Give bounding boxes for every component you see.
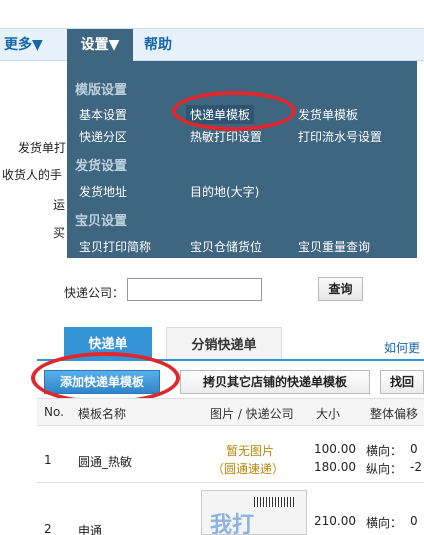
howto-link[interactable]: 如何更	[384, 339, 420, 356]
menu-express-zone[interactable]: 快递分区	[79, 128, 127, 145]
barcode-graphic	[254, 497, 294, 507]
query-button[interactable]: 查询	[318, 277, 363, 301]
row1-height: 180.00	[314, 460, 356, 474]
menu-destination-large[interactable]: 目的地(大字)	[190, 183, 259, 200]
row1-company: （圆通速递）	[212, 462, 285, 476]
row1-offset-v: -2	[410, 460, 422, 474]
row1-name[interactable]: 圆通_热敏	[78, 453, 132, 470]
nav-help[interactable]: 帮助	[144, 29, 172, 62]
settings-menu-screenshot: 更多▼ 设置▼ 帮助 发货单打 收货人的手 运 买 模版设置 基本设置 快递单模…	[0, 0, 424, 258]
background-text: 收货人的手	[2, 168, 63, 182]
background-text: 发货单打	[18, 141, 67, 155]
row1-image: 暂无图片	[226, 444, 275, 458]
row2-offset-h: 0	[410, 514, 418, 528]
section-template-settings: 模版设置	[75, 83, 128, 98]
menu-shipping-address[interactable]: 发货地址	[79, 183, 127, 200]
menu-item-print-shortname[interactable]: 宝贝打印简称	[79, 238, 151, 255]
background-text: 买	[53, 226, 66, 240]
menu-invoice-template[interactable]: 发货单模板	[298, 106, 358, 123]
header-offset: 整体偏移	[370, 407, 419, 421]
header-size: 大小	[316, 407, 341, 421]
row2-no: 2	[44, 522, 52, 535]
menu-item-weight-query[interactable]: 宝贝重量查询	[298, 238, 370, 255]
express-company-input[interactable]	[127, 278, 262, 301]
row1-offset-v-label: 纵向：	[366, 462, 403, 476]
row1-no: 1	[44, 453, 52, 467]
row-separator	[37, 482, 424, 483]
express-template-screenshot: 快递公司： 查询 快递单 分销快递单 如何更 添加快递单模板 拷贝其它店铺的快递…	[0, 262, 424, 535]
row2-offset-h-label: 横向：	[366, 516, 403, 530]
nav-settings[interactable]: 设置▼	[67, 29, 133, 62]
header-no: No.	[44, 405, 64, 419]
template-thumbnail[interactable]: 我打	[201, 490, 307, 535]
section-item-settings: 宝贝设置	[75, 214, 128, 229]
row2-name[interactable]: 申通	[78, 522, 102, 535]
header-template-name: 模板名称	[78, 407, 127, 421]
background-text: 运	[53, 198, 66, 212]
menu-basic-settings[interactable]: 基本设置	[79, 106, 127, 123]
row1-offset-h: 0	[410, 442, 418, 456]
copy-template-button[interactable]: 拷贝其它店铺的快递单模板	[180, 370, 370, 394]
row1-offset-h-label: 横向：	[366, 444, 403, 458]
section-shipping-settings: 发货设置	[75, 159, 128, 174]
tab-distribution-express-sheet[interactable]: 分销快递单	[166, 327, 282, 361]
row2-width: 210.00	[314, 514, 356, 528]
header-image-company: 图片 / 快递公司	[210, 407, 294, 421]
express-company-label: 快递公司：	[64, 286, 125, 300]
top-nav-bar: 更多▼ 设置▼ 帮助	[0, 28, 424, 62]
menu-item-storage-location[interactable]: 宝贝仓储货位	[190, 238, 262, 255]
row1-width: 100.00	[314, 442, 356, 456]
highlight-ellipse	[172, 91, 296, 131]
nav-more[interactable]: 更多▼	[4, 29, 43, 62]
recover-button[interactable]: 找回	[380, 370, 424, 394]
thumbnail-stamp-text: 我打	[210, 512, 255, 535]
menu-serial-number-settings[interactable]: 打印流水号设置	[298, 128, 382, 145]
highlight-ellipse	[31, 352, 180, 404]
